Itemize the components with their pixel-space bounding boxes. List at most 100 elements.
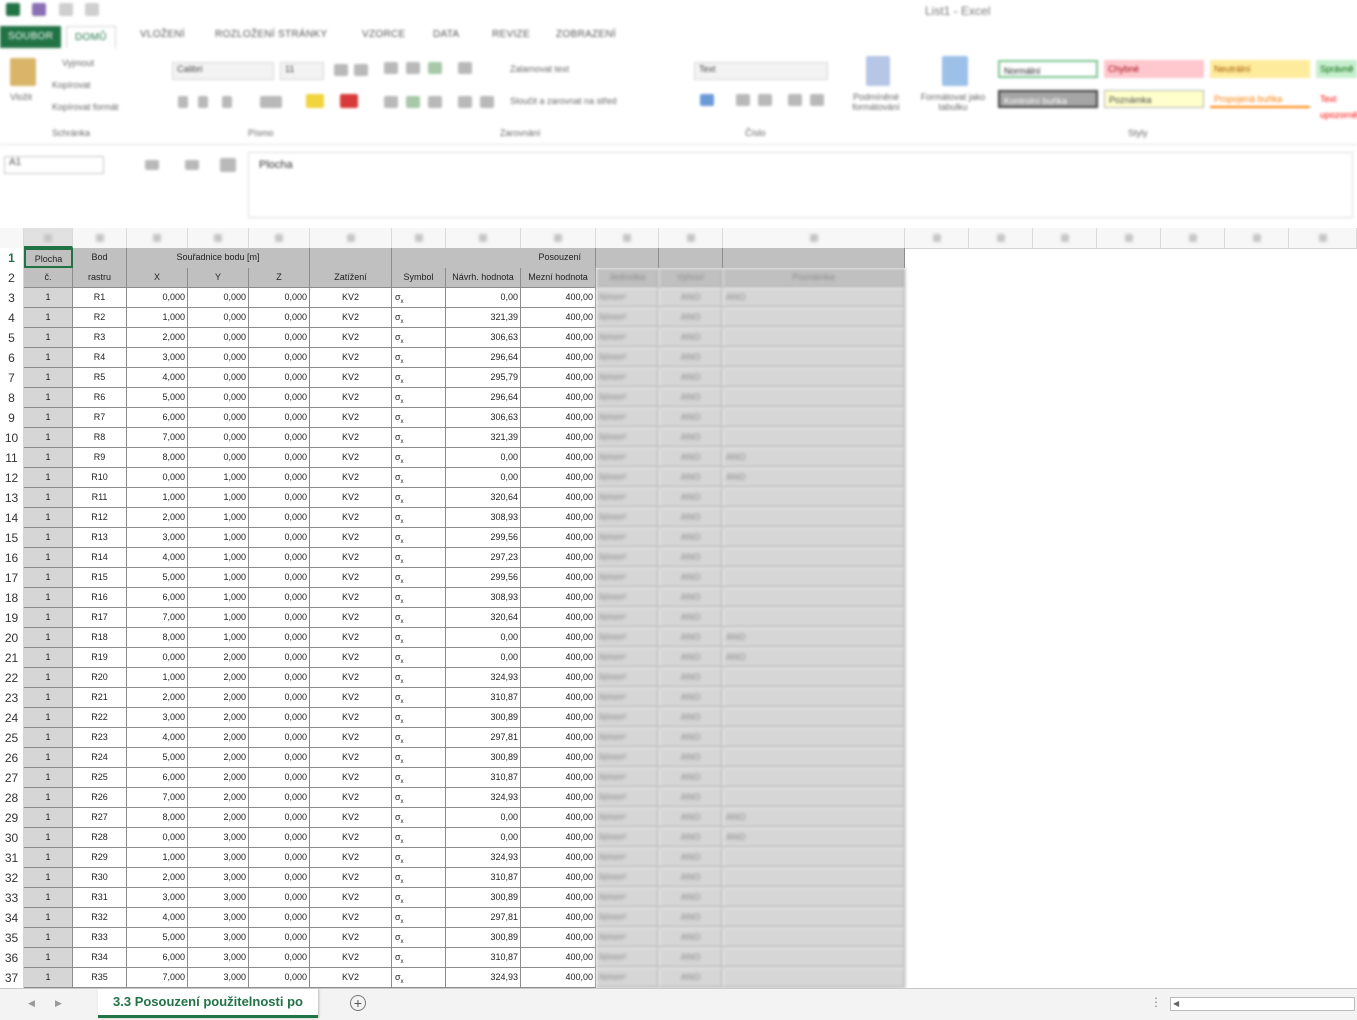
cell-navrh-hodnota[interactable]: 300,89 [446,708,521,728]
cell-navrh-hodnota[interactable]: 295,79 [446,368,521,388]
cell-zatizeni[interactable]: KV2 [310,368,392,388]
cell-mezni-hodnota[interactable]: 400,00 [521,688,596,708]
cell-jednotka[interactable]: N/mm² [596,508,659,528]
cell-vyhovi[interactable]: ANO [659,728,723,748]
column-header[interactable] [723,228,905,248]
cell-z[interactable]: 0,000 [249,508,310,528]
cell-vyhovi[interactable]: ANO [659,828,723,848]
cell-navrh-hodnota[interactable]: 0,00 [446,628,521,648]
cell-vyhovi[interactable]: ANO [659,708,723,728]
cell-mezni-hodnota[interactable]: 400,00 [521,448,596,468]
cell-navrh-hodnota[interactable]: 297,23 [446,548,521,568]
cell-zatizeni[interactable]: KV2 [310,708,392,728]
cell-x[interactable]: 5,000 [127,928,188,948]
cell-symbol[interactable]: σx [392,508,446,528]
cell-poznamka[interactable] [723,388,905,408]
cell-x[interactable]: 6,000 [127,768,188,788]
cell-z[interactable]: 0,000 [249,348,310,368]
column-header[interactable] [392,228,446,248]
cell-vyhovi[interactable]: ANO [659,608,723,628]
cell-y[interactable]: 1,000 [188,588,249,608]
align-top-icon[interactable] [384,62,398,74]
cell-bod[interactable]: R23 [73,728,127,748]
cell-plocha[interactable]: 1 [24,828,73,848]
cell-jednotka[interactable]: N/mm² [596,568,659,588]
cell-zatizeni[interactable]: KV2 [310,468,392,488]
cell-jednotka[interactable]: N/mm² [596,768,659,788]
cell-mezni-hodnota[interactable]: 400,00 [521,668,596,688]
cell-x[interactable]: 6,000 [127,948,188,968]
cell-symbol[interactable]: σx [392,828,446,848]
scroll-left-icon[interactable]: ◀ [1173,999,1179,1008]
row-header[interactable]: 25 [0,728,24,748]
row-header[interactable]: 24 [0,708,24,728]
header-z[interactable]: Z [249,268,310,288]
cell-y[interactable]: 0,000 [188,408,249,428]
cell-z[interactable]: 0,000 [249,728,310,748]
cell-jednotka[interactable]: N/mm² [596,548,659,568]
cell-vyhovi[interactable]: ANO [659,488,723,508]
row-header[interactable]: 1 [0,248,24,268]
cell-y[interactable]: 2,000 [188,668,249,688]
header-blank-cell[interactable] [596,248,659,268]
cell-mezni-hodnota[interactable]: 400,00 [521,368,596,388]
cut-button[interactable]: Vyjmout [62,58,94,68]
cell-zatizeni[interactable]: KV2 [310,428,392,448]
cell-vyhovi[interactable]: ANO [659,588,723,608]
cell-navrh-hodnota[interactable]: 320,64 [446,488,521,508]
row-header[interactable]: 28 [0,788,24,808]
cell-plocha[interactable]: 1 [24,508,73,528]
cell-mezni-hodnota[interactable]: 400,00 [521,808,596,828]
style-note[interactable]: Poznámka [1104,90,1204,108]
redo-icon[interactable] [85,3,100,16]
cell-poznamka[interactable] [723,488,905,508]
cell-mezni-hodnota[interactable]: 400,00 [521,548,596,568]
cell-jednotka[interactable]: N/mm² [596,848,659,868]
header-souradnice[interactable]: Souřadnice bodu [m] [127,248,310,268]
cell-poznamka[interactable] [723,728,905,748]
cell-z[interactable]: 0,000 [249,328,310,348]
cell-x[interactable]: 6,000 [127,588,188,608]
cell-poznamka[interactable] [723,308,905,328]
cell-zatizeni[interactable]: KV2 [310,528,392,548]
cell-symbol[interactable]: σx [392,888,446,908]
cell-jednotka[interactable]: N/mm² [596,788,659,808]
insert-function-icon[interactable] [220,158,236,172]
cell-poznamka[interactable] [723,788,905,808]
row-header[interactable]: 19 [0,608,24,628]
cell-navrh-hodnota[interactable]: 0,00 [446,648,521,668]
cell-poznamka[interactable] [723,928,905,948]
thousands-icon[interactable] [758,94,772,106]
cell-zatizeni[interactable]: KV2 [310,828,392,848]
cell-y[interactable]: 2,000 [188,648,249,668]
cell-x[interactable]: 1,000 [127,308,188,328]
cell-mezni-hodnota[interactable]: 400,00 [521,388,596,408]
cell-mezni-hodnota[interactable]: 400,00 [521,308,596,328]
cell-mezni-hodnota[interactable]: 400,00 [521,508,596,528]
cell-bod[interactable]: R20 [73,668,127,688]
cell-zatizeni[interactable]: KV2 [310,568,392,588]
cell-x[interactable]: 1,000 [127,848,188,868]
cell-symbol[interactable]: σx [392,488,446,508]
cell-vyhovi[interactable]: ANO [659,888,723,908]
cell-bod[interactable]: R33 [73,928,127,948]
cell-zatizeni[interactable]: KV2 [310,768,392,788]
cell-poznamka[interactable] [723,588,905,608]
cell-symbol[interactable]: σx [392,368,446,388]
cell-z[interactable]: 0,000 [249,928,310,948]
font-size-select[interactable]: 11 [280,62,324,80]
cell-symbol[interactable]: σx [392,348,446,368]
cell-z[interactable]: 0,000 [249,288,310,308]
style-warning-text[interactable]: Text upozornění [1316,90,1357,120]
cell-zatizeni[interactable]: KV2 [310,508,392,528]
cell-navrh-hodnota[interactable]: 296,64 [446,388,521,408]
cell-vyhovi[interactable]: ANO [659,308,723,328]
cell-x[interactable]: 3,000 [127,348,188,368]
cell-y[interactable]: 0,000 [188,348,249,368]
cell-plocha[interactable]: 1 [24,308,73,328]
enter-icon[interactable] [185,160,199,170]
row-header[interactable]: 14 [0,508,24,528]
cell-jednotka[interactable]: N/mm² [596,448,659,468]
cell-x[interactable]: 3,000 [127,528,188,548]
style-good[interactable]: Správně [1316,60,1357,78]
